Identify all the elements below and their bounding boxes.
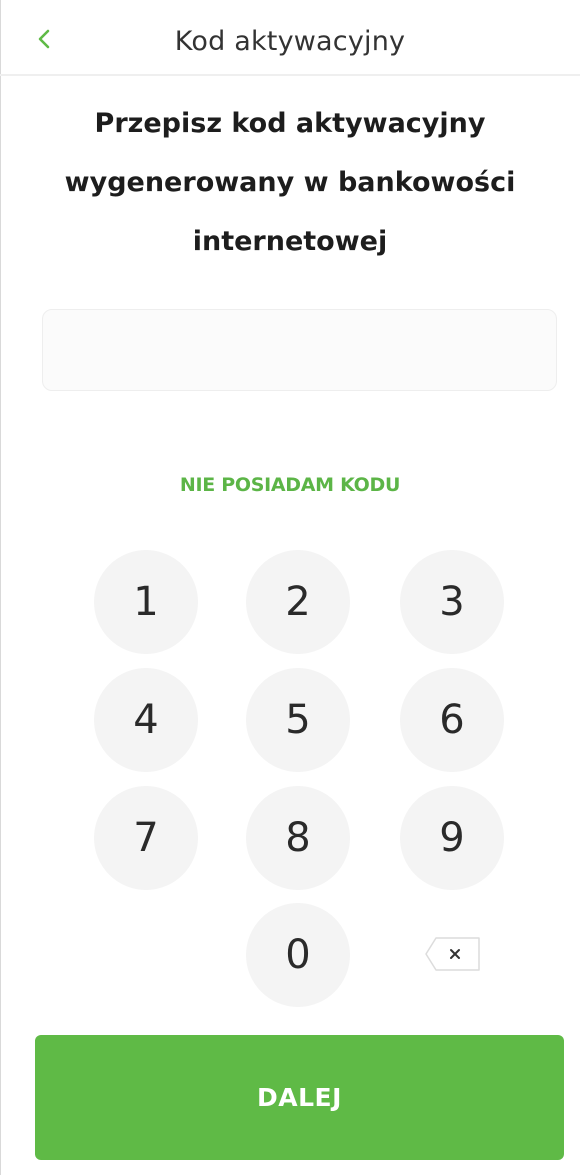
keypad-key-3[interactable]: 3 [400,550,504,654]
activation-code-screen: Kod aktywacyjny Przepisz kod aktywacyjny… [0,0,580,1175]
keypad-key-6[interactable]: 6 [400,668,504,772]
keypad-key-1[interactable]: 1 [94,550,198,654]
activation-code-input[interactable] [42,309,557,391]
keypad-key-2[interactable]: 2 [246,550,350,654]
instruction-line: Przepisz kod aktywacyjny [94,108,486,139]
page-title: Kod aktywacyjny [174,26,406,57]
instruction-line: wygenerowany w bankowości [64,167,516,198]
keypad-key-9[interactable]: 9 [400,786,504,890]
keypad-key-7[interactable]: 7 [94,786,198,890]
keypad-key-0[interactable]: 0 [246,903,350,1007]
left-edge-divider [0,0,1,1175]
instruction-line: internetowej [192,226,388,257]
app-header: Kod aktywacyjny [0,0,580,76]
no-code-link[interactable]: NIE POSIADAM KODU [0,474,580,496]
backspace-icon [425,937,480,971]
backspace-button[interactable] [424,936,482,972]
keypad-key-5[interactable]: 5 [246,668,350,772]
instruction-text: Przepisz kod aktywacyjny wygenerowany w … [30,94,550,271]
keypad-key-8[interactable]: 8 [246,786,350,890]
keypad-key-4[interactable]: 4 [94,668,198,772]
next-button[interactable]: DALEJ [35,1035,564,1160]
